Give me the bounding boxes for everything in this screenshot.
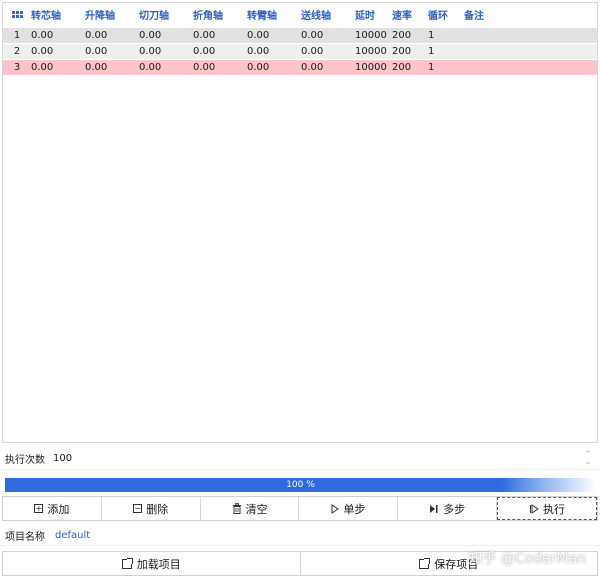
- table-cell[interactable]: 200: [392, 30, 428, 41]
- project-name-row: 项目名称: [0, 526, 600, 546]
- select-all-corner[interactable]: [3, 10, 31, 18]
- column-header-lift[interactable]: 升降轴: [85, 7, 139, 22]
- clear-button-label: 清空: [245, 502, 268, 516]
- table-cell[interactable]: 1: [428, 62, 464, 73]
- row-index: 2: [13, 46, 21, 57]
- progress-text: 100 %: [286, 480, 315, 490]
- delete-button[interactable]: − 删除: [101, 497, 201, 520]
- column-header-bend[interactable]: 折角轴: [193, 7, 247, 22]
- column-header-speed[interactable]: 速率: [392, 7, 428, 22]
- exec-count-label: 执行次数: [5, 455, 45, 466]
- save-project-label: 保存项目: [434, 557, 479, 571]
- table-cell[interactable]: 10000: [355, 46, 392, 57]
- add-icon: +: [34, 504, 44, 513]
- add-button[interactable]: + 添加: [3, 497, 102, 520]
- table-cell[interactable]: 0.00: [301, 62, 355, 73]
- table-cell[interactable]: 0.00: [139, 30, 193, 41]
- table-cell[interactable]: 0.00: [85, 30, 139, 41]
- table-cell[interactable]: 0.00: [31, 62, 85, 73]
- table-cell[interactable]: 0.00: [31, 46, 85, 57]
- load-project-label: 加载项目: [136, 557, 181, 571]
- load-project-button[interactable]: 加载项目: [3, 552, 301, 575]
- column-header-delay[interactable]: 延时: [355, 7, 392, 22]
- column-header-note[interactable]: 备注: [464, 7, 504, 22]
- progress-bar: 100 %: [5, 478, 596, 492]
- table-cell[interactable]: 0.00: [31, 30, 85, 41]
- multi-step-button-label: 多步: [443, 502, 466, 516]
- table-cell[interactable]: 0.00: [139, 46, 193, 57]
- open-external-icon: [121, 557, 133, 569]
- column-header-feed[interactable]: 送线轴: [301, 7, 355, 22]
- multi-step-button[interactable]: 多步: [398, 497, 498, 520]
- grid-header: 转芯轴 升降轴 切刀轴 折角轴 转臂轴 送线轴 延时 速率 循环 备注: [3, 3, 597, 25]
- add-button-label: 添加: [47, 502, 70, 516]
- single-step-button[interactable]: 单步: [299, 497, 399, 520]
- table-cell[interactable]: 0.00: [193, 62, 247, 73]
- column-header-arm[interactable]: 转臂轴: [247, 7, 301, 22]
- spin-buttons[interactable]: ⌃ ⌄: [584, 451, 592, 467]
- grid-icon: [11, 10, 23, 18]
- exec-count-row: 执行次数 ⌃ ⌄: [0, 448, 600, 470]
- row-index: 1: [13, 30, 21, 41]
- single-step-button-label: 单步: [343, 502, 366, 516]
- run-button[interactable]: 执行: [497, 497, 597, 520]
- table-cell[interactable]: 0.00: [139, 62, 193, 73]
- table-cell[interactable]: 0.00: [85, 62, 139, 73]
- table-cell[interactable]: 10000: [355, 62, 392, 73]
- column-header-spindle[interactable]: 转芯轴: [31, 7, 85, 22]
- project-name-input[interactable]: [55, 530, 255, 541]
- fast-forward-icon: [529, 503, 539, 514]
- column-header-loop[interactable]: 循环: [428, 7, 464, 22]
- table-row-selected[interactable]: 3 0.00 0.00 0.00 0.00 0.00 0.00 10000 20…: [3, 60, 597, 75]
- remove-icon: −: [133, 504, 143, 513]
- table-cell[interactable]: 0.00: [247, 62, 301, 73]
- table-cell[interactable]: 0.00: [247, 46, 301, 57]
- clear-button[interactable]: 清空: [200, 497, 300, 520]
- table-cell[interactable]: 0.00: [193, 46, 247, 57]
- step-forward-icon: [429, 504, 439, 514]
- table-cell[interactable]: 0.00: [301, 30, 355, 41]
- column-header-cutter[interactable]: 切刀轴: [139, 7, 193, 22]
- action-toolbar: + 添加 − 删除 清空 单步 多步 执行: [2, 496, 598, 521]
- project-name-label: 项目名称: [5, 532, 45, 543]
- run-button-label: 执行: [543, 502, 566, 516]
- table-cell[interactable]: 1: [428, 46, 464, 57]
- spin-down-icon[interactable]: ⌄: [584, 458, 592, 467]
- save-external-icon: [419, 557, 431, 569]
- save-project-button[interactable]: 保存项目: [300, 552, 597, 575]
- play-outline-icon: [331, 503, 340, 514]
- table-cell[interactable]: 1: [428, 30, 464, 41]
- table-cell[interactable]: 200: [392, 62, 428, 73]
- table-cell[interactable]: 10000: [355, 30, 392, 41]
- table-cell[interactable]: 0.00: [85, 46, 139, 57]
- table-row[interactable]: 1 0.00 0.00 0.00 0.00 0.00 0.00 10000 20…: [3, 28, 597, 43]
- table-cell[interactable]: 200: [392, 46, 428, 57]
- delete-button-label: 删除: [146, 502, 169, 516]
- table-cell[interactable]: 0.00: [247, 30, 301, 41]
- table-cell[interactable]: 0.00: [193, 30, 247, 41]
- row-index: 3: [13, 62, 21, 73]
- project-buttons: 加载项目 保存项目: [2, 551, 598, 576]
- exec-count-input[interactable]: [53, 449, 563, 468]
- table-cell[interactable]: 0.00: [301, 46, 355, 57]
- table-row[interactable]: 2 0.00 0.00 0.00 0.00 0.00 0.00 10000 20…: [3, 44, 597, 59]
- trash-icon: [232, 503, 242, 514]
- data-grid[interactable]: 转芯轴 升降轴 切刀轴 折角轴 转臂轴 送线轴 延时 速率 循环 备注 1 0.…: [2, 2, 598, 443]
